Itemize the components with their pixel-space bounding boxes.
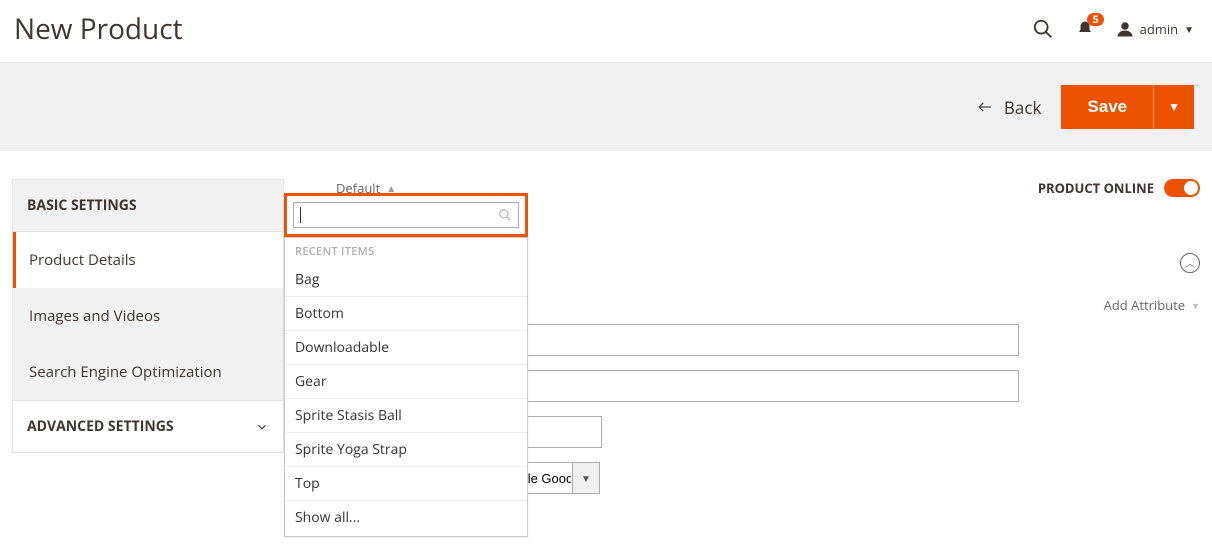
back-label: Back — [1004, 96, 1042, 119]
basic-settings-body: Product Details Images and Videos Search… — [13, 232, 283, 400]
sidebar-item-product-details[interactable]: Product Details — [13, 232, 283, 288]
arrow-left-icon — [976, 100, 994, 114]
add-attribute-label: Add Attribute — [1104, 296, 1185, 314]
popover-search-input[interactable] — [293, 202, 519, 228]
basic-settings-panel: BASIC SETTINGS Product Details Images an… — [12, 179, 284, 453]
sidebar-item-images-videos[interactable]: Images and Videos — [13, 288, 283, 344]
basic-settings-heading: BASIC SETTINGS — [13, 180, 283, 232]
main-content: Default ▲ PRODUCT ONLINE RECENT ITEMS — [284, 179, 1212, 508]
collapse-section-button[interactable]: ︿ — [1180, 253, 1200, 273]
triangle-down-icon: ▼ — [1168, 100, 1180, 114]
main-layout: BASIC SETTINGS Product Details Images an… — [0, 179, 1212, 508]
popover-item[interactable]: Bag — [285, 263, 527, 297]
advanced-settings-heading[interactable]: ADVANCED SETTINGS — [13, 400, 283, 452]
back-button[interactable]: Back — [976, 96, 1042, 119]
popover-item[interactable]: Downloadable — [285, 331, 527, 365]
header-actions: 5 admin ▼ — [1032, 18, 1194, 40]
product-online-toggle-wrap: PRODUCT ONLINE — [1038, 179, 1200, 197]
action-bar: Back Save ▼ — [0, 62, 1212, 151]
user-menu[interactable]: admin ▼ — [1116, 20, 1194, 38]
product-online-toggle[interactable] — [1164, 179, 1200, 197]
popover-heading: RECENT ITEMS — [285, 238, 527, 263]
text-input[interactable] — [484, 370, 1019, 402]
popover-item[interactable]: Bottom — [285, 297, 527, 331]
save-options-button[interactable]: ▼ — [1153, 85, 1194, 129]
page-title: New Product — [14, 10, 183, 48]
chevron-down-icon — [255, 420, 269, 434]
popover-item[interactable]: Sprite Yoga Strap — [285, 433, 527, 467]
popover-search-border — [284, 193, 528, 237]
save-button-group: Save ▼ — [1061, 85, 1194, 129]
sidebar-item-seo[interactable]: Search Engine Optimization — [13, 344, 283, 400]
search-icon[interactable] — [1032, 18, 1054, 40]
user-name: admin — [1140, 20, 1178, 38]
text-input[interactable] — [484, 324, 1019, 356]
popover-list: RECENT ITEMS Bag Bottom Downloadable Gea… — [284, 237, 528, 537]
popover-item[interactable]: Gear — [285, 365, 527, 399]
attribute-set-popover: RECENT ITEMS Bag Bottom Downloadable Gea… — [284, 193, 528, 537]
popover-item[interactable]: Top — [285, 467, 527, 501]
caret-down-icon: ▼ — [1184, 22, 1194, 36]
text-cursor — [300, 207, 301, 223]
popover-item-showall[interactable]: Show all... — [285, 501, 527, 534]
add-attribute-button[interactable]: Add Attribute ▼ — [1104, 296, 1200, 314]
product-online-label: PRODUCT ONLINE — [1038, 179, 1154, 197]
user-icon — [1116, 20, 1134, 38]
notifications-badge: 5 — [1087, 13, 1103, 26]
page-header: New Product 5 admin ▼ — [0, 0, 1212, 62]
advanced-heading-label: ADVANCED SETTINGS — [27, 417, 174, 436]
notifications-icon[interactable]: 5 — [1076, 19, 1094, 39]
save-button[interactable]: Save — [1061, 85, 1153, 129]
dropdown-arrow-icon: ▼ — [572, 462, 600, 494]
popover-item[interactable]: Sprite Stasis Ball — [285, 399, 527, 433]
search-icon — [498, 208, 512, 222]
triangle-down-icon: ▼ — [1191, 299, 1200, 312]
sidebar: BASIC SETTINGS Product Details Images an… — [0, 179, 284, 453]
